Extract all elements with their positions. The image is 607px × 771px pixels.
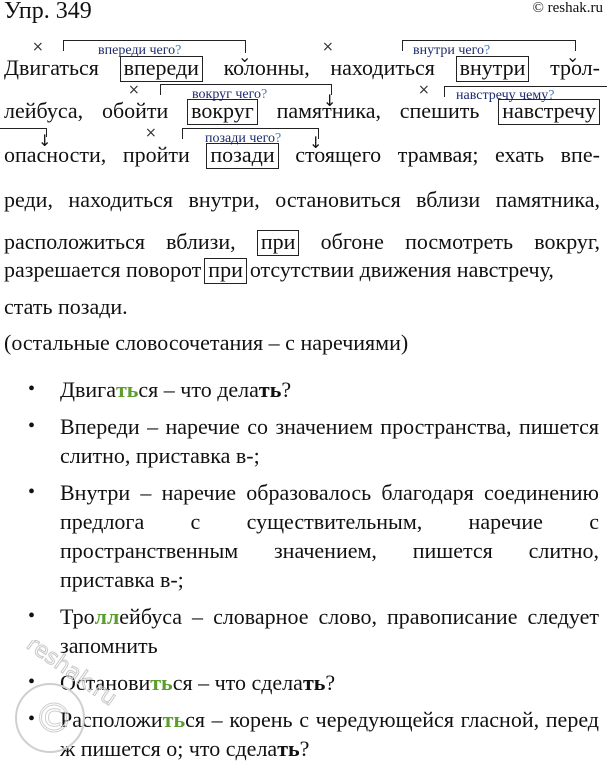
cross-mark-icon: × — [128, 82, 140, 98]
bullet-dot-icon: • — [28, 378, 36, 400]
text-line: реди, находиться внутри, остановиться вб… — [4, 186, 600, 214]
bullet-dot-icon: • — [28, 708, 36, 730]
boxed-word: внутри — [455, 56, 530, 82]
bullet-text: Тро — [60, 604, 95, 629]
text-line: Двигаться впереди колонны, находиться вн… — [4, 54, 600, 82]
word: спешить — [399, 98, 480, 123]
bullet-text: ейбуса – словарное слово, правописание с… — [60, 604, 599, 658]
bold-letters: ть — [302, 670, 326, 695]
word: разрешается поворот — [4, 257, 202, 282]
word: лейбуса, — [4, 98, 84, 123]
word: впе- — [560, 142, 600, 167]
word: находиться — [330, 55, 435, 80]
highlighted-letters: лл — [94, 604, 120, 629]
word: обойти — [101, 98, 169, 123]
bullet-item: • Расположиться – корень с чередующейся г… — [0, 705, 607, 763]
bullet-text: ? — [281, 377, 292, 402]
word: вокруг, — [534, 229, 600, 254]
boxed-word: впереди — [119, 56, 203, 82]
boxed-word: при — [256, 230, 300, 256]
bullet-item: • Внутри – наречие образовалось благодаря… — [0, 478, 607, 594]
cross-mark-icon: × — [322, 39, 334, 55]
word: Двигаться — [4, 55, 99, 80]
bullet-text: ? — [325, 670, 336, 695]
copyright-label: © reshak.ru — [532, 0, 603, 16]
word: стать позади. — [4, 294, 128, 319]
text-line: лейбуса, обойти вокруг памятника, спешит… — [4, 97, 600, 125]
word: памятника, — [495, 187, 600, 212]
bullet-item: • Троллейбуса – словарное слово, правопис… — [0, 602, 607, 660]
bullet-text: Двига — [60, 377, 116, 402]
word: находиться — [68, 187, 173, 212]
bold-letters: ть — [277, 736, 300, 761]
highlighted-letters: ть — [162, 707, 186, 732]
word: вблизи — [416, 187, 481, 212]
boxed-word: при — [204, 258, 247, 284]
text-line: стать позади. — [4, 293, 600, 321]
boxed-word: позади — [206, 143, 279, 169]
bullet-text: Внутри – наречие образовалось благодаря … — [60, 480, 599, 592]
bullet-item: • Двигаться – что делать? — [0, 375, 607, 404]
highlighted-letters: ть — [115, 377, 139, 402]
boxed-word: навстречу — [498, 99, 600, 125]
bullet-item: • Впереди – наречие со значением простран… — [0, 412, 607, 470]
bullet-item: • Остановиться – что сделать? — [0, 668, 607, 697]
bullet-text: Останови — [60, 670, 151, 695]
word: трол- — [550, 55, 600, 80]
bold-letters: ть — [258, 377, 282, 402]
text-line: расположиться вблизи, при обгоне посмотр… — [4, 228, 600, 256]
word: расположиться — [4, 229, 145, 254]
text-line: разрешается поворот при отсутствии движе… — [4, 256, 600, 284]
word: трамвая; — [397, 142, 479, 167]
word: опасности, — [4, 142, 107, 167]
bullet-text: ся – что дела — [138, 377, 259, 402]
bullet-list: • Двигаться – что делать? • Впереди – нареч… — [0, 375, 607, 771]
bullet-text: Расположи — [60, 707, 163, 732]
word: отсутствии движения навстречу, — [249, 257, 554, 282]
word: стоящего — [295, 142, 382, 167]
bullet-text: ? — [299, 736, 310, 761]
word: обгоне — [320, 229, 384, 254]
word: посмотреть — [405, 229, 514, 254]
word: внутри, — [188, 187, 260, 212]
cross-mark-icon: × — [32, 39, 44, 55]
bullet-text: Впереди – наречие со значением пространс… — [60, 414, 599, 468]
exercise-title: Упр. 349 — [4, 0, 92, 24]
note-text: (остальные словосочетания – с наречиями) — [4, 330, 409, 355]
bullet-dot-icon: • — [28, 415, 36, 437]
highlighted-letters: ть — [150, 670, 173, 695]
cross-mark-icon: × — [145, 125, 157, 141]
word: ехать — [495, 142, 545, 167]
cross-mark-icon: × — [418, 82, 430, 98]
word: пройти — [122, 142, 190, 167]
word: вблизи, — [166, 229, 236, 254]
bullet-text: ся – что сдела — [172, 670, 303, 695]
word: реди, — [4, 187, 53, 212]
boxed-word: вокруг — [187, 99, 258, 125]
word: памятника, — [276, 98, 381, 123]
word: остановиться — [275, 187, 401, 212]
bullet-dot-icon: • — [28, 481, 36, 503]
text-line: опасности, пройти позади стоящего трамва… — [4, 141, 600, 169]
bullet-dot-icon: • — [28, 605, 36, 627]
word: колонны, — [223, 55, 310, 80]
bullet-dot-icon: • — [28, 671, 36, 693]
